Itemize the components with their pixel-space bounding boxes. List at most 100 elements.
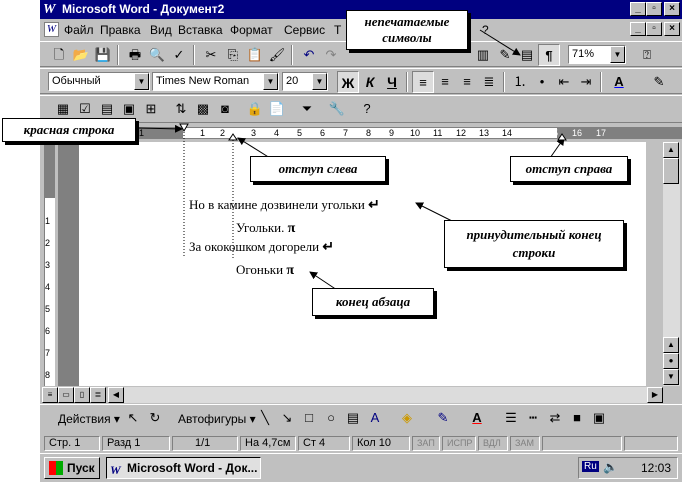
tools-icon[interactable]: 🔧 [326,98,348,120]
insert-table-icon[interactable]: ⇅ [170,98,192,120]
menu-help[interactable]: ? [482,23,489,37]
maximize-button[interactable]: ▫ [646,2,662,16]
form-shading-icon[interactable]: ◙ [214,98,236,120]
print-preview-icon[interactable]: 🔍 [146,44,168,66]
bullets-icon[interactable]: • [531,71,553,93]
doc-line-3[interactable]: За ококошком догорели ↵ [189,239,334,256]
select-browse-object-icon[interactable]: ● [663,353,679,369]
actions-menu[interactable]: Действия ▾ [58,412,120,426]
drawing-icon[interactable]: ✎ [494,44,516,66]
online-view-icon[interactable]: ▭ [58,387,74,403]
insert-object-icon[interactable]: 📄 [266,98,288,120]
start-button[interactable]: Пуск [44,457,100,479]
outline-view-icon[interactable]: ≣ [90,387,106,403]
menu-insert[interactable]: Вставка [178,23,223,37]
fill-color-icon[interactable]: ◈ [396,407,418,429]
draw-table-icon[interactable]: ⊞ [140,98,162,120]
vertical-ruler[interactable]: 1 2 3 4 5 6 7 8 [40,142,58,386]
menu-edit[interactable]: Правка [100,23,141,37]
vertical-scrollbar[interactable]: ▲ ▲ ● ▼ [663,142,680,386]
menu-format[interactable]: Формат [230,23,273,37]
scroll-right-icon[interactable]: ▶ [647,387,663,403]
status-ovr[interactable]: ЗАМ [510,436,540,451]
taskbar-word-button[interactable]: W Microsoft Word - Док... [106,457,261,479]
page-view-icon[interactable]: ▯ [74,387,90,403]
protect-form-icon[interactable]: 🔒 [244,98,266,120]
oval-icon[interactable]: ○ [320,407,342,429]
scroll-down-icon[interactable]: ▼ [663,369,679,385]
select-objects-icon[interactable]: ↖ [122,407,144,429]
zoom-select[interactable]: 71% ▼ [568,45,626,64]
scroll-up-icon[interactable]: ▲ [663,142,679,158]
document-map-icon[interactable]: ▤ [516,44,538,66]
3d-icon[interactable]: ▣ [588,407,610,429]
doc-line-4[interactable]: Огоньки π [236,262,294,279]
insert-frame-icon[interactable]: ▩ [192,98,214,120]
volume-icon[interactable]: 🔈 [603,460,618,474]
close-button[interactable]: × [664,2,680,16]
arrow-icon[interactable]: ↘ [276,407,298,429]
filter-icon[interactable]: ⏷ [296,98,318,120]
scroll-left-icon[interactable]: ◀ [108,387,124,403]
font-color-icon[interactable]: A [608,71,630,93]
autoshapes-menu[interactable]: Автофигуры ▾ [178,412,256,426]
horizontal-ruler[interactable]: 1 1 2 3 4 5 6 7 8 9 10 11 12 13 14 15 16… [40,124,682,142]
doc-restore-button[interactable]: ▫ [646,22,662,36]
menu-table[interactable]: Т [334,23,341,37]
rectangle-icon[interactable]: □ [298,407,320,429]
arrow-style-icon[interactable]: ⇄ [544,407,566,429]
dash-style-icon[interactable]: ┅ [522,407,544,429]
save-icon[interactable]: 💾 [92,44,114,66]
text-box-icon[interactable]: ▤ [342,407,364,429]
status-ext[interactable]: ВДЛ [478,436,508,451]
menu-view[interactable]: Вид [150,23,172,37]
font-size-select[interactable]: 20 ▼ [282,72,328,91]
dropdown-field-icon[interactable]: ▤ [96,98,118,120]
hscroll-track[interactable] [124,387,649,403]
font-color-icon[interactable]: A [466,407,488,429]
menu-file[interactable]: Файл [64,23,94,37]
font-select[interactable]: Times New Roman ▼ [152,72,279,91]
style-select[interactable]: Обычный ▼ [48,72,150,91]
doc-minimize-button[interactable]: _ [630,22,646,36]
field-options-icon[interactable]: ▣ [118,98,140,120]
redo-icon[interactable]: ↷ [320,44,342,66]
undo-icon[interactable]: ↶ [298,44,320,66]
numbering-icon[interactable]: ⒈ [509,71,531,93]
line-color-icon[interactable]: ✎ [432,407,454,429]
checkbox-field-icon[interactable]: ☑ [74,98,96,120]
line-icon[interactable]: ╲ [254,407,276,429]
print-icon[interactable]: 🖶 [124,44,146,66]
format-painter-icon[interactable]: 🖌 [266,44,288,66]
underline-button[interactable]: Ч [381,71,403,93]
decrease-indent-icon[interactable]: ⇤ [553,71,575,93]
document-icon[interactable]: W [44,22,59,37]
help-icon[interactable]: ⍰ [636,44,658,66]
cut-icon[interactable]: ✂ [200,44,222,66]
align-left-icon[interactable]: ≡ [412,71,434,93]
spelling-icon[interactable]: ✓ [168,44,190,66]
wordart-icon[interactable]: A [364,407,386,429]
scroll-up-icon[interactable]: ▲ [663,337,679,353]
doc-close-button[interactable]: × [664,22,680,36]
increase-indent-icon[interactable]: ⇥ [575,71,597,93]
language-indicator[interactable]: Ru [582,461,599,472]
horizontal-scrollbar[interactable]: ≡ ▭ ▯ ≣ ◀ ▶ [40,386,663,403]
menu-tools[interactable]: Сервис [284,23,325,37]
bold-button[interactable]: Ж [337,71,359,93]
highlight-icon[interactable]: ✎ [648,71,670,93]
italic-button[interactable]: К [359,71,381,93]
new-document-icon[interactable]: 🗋 [48,44,70,66]
align-right-icon[interactable]: ≡ [456,71,478,93]
normal-view-icon[interactable]: ≡ [42,387,58,403]
copy-icon[interactable]: ⎘ [222,44,244,66]
line-style-icon[interactable]: ☰ [500,407,522,429]
free-rotate-icon[interactable]: ↻ [144,407,166,429]
justify-icon[interactable]: ≣ [478,71,500,93]
help-question-icon[interactable]: ? [356,98,378,120]
text-field-icon[interactable]: ▦ [52,98,74,120]
shadow-icon[interactable]: ■ [566,407,588,429]
minimize-button[interactable]: _ [630,2,646,16]
align-center-icon[interactable]: ≡ [434,71,456,93]
scroll-thumb[interactable] [663,158,679,184]
